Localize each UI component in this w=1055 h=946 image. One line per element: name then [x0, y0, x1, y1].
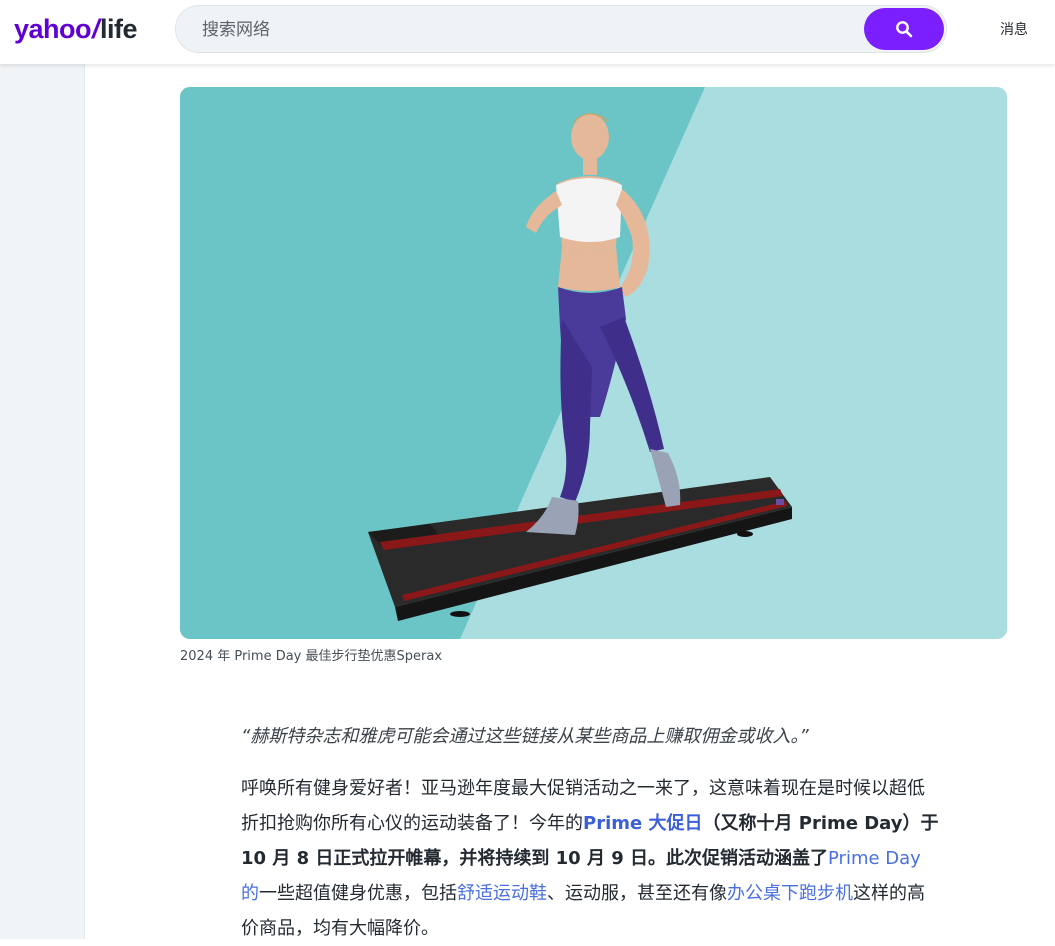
search-button[interactable] — [864, 8, 944, 50]
sneakers-link[interactable]: 舒适运动鞋 — [457, 883, 547, 904]
left-rail — [0, 64, 85, 939]
search-icon — [896, 21, 913, 38]
treadmill-product-image — [180, 87, 1007, 639]
logo-section: life — [100, 14, 138, 44]
hero-image — [180, 87, 1007, 639]
search-input[interactable] — [200, 6, 864, 54]
prime-big-deal-days-link[interactable]: Prime 大促日 — [583, 813, 702, 834]
para-text-2: 一些超值健身优惠，包括 — [259, 883, 457, 904]
article-paragraph: 呼唤所有健身爱好者！亚马逊年度最大促销活动之一来了，这意味着现在是时候以超低折扣… — [241, 771, 941, 946]
mail-link[interactable]: 消息 — [1000, 19, 1028, 39]
affiliate-disclaimer: “赫斯特杂志和雅虎可能会通过这些链接从某些商品上赚取佣金或收入。” — [241, 726, 809, 747]
yahoo-life-logo[interactable]: yahoo/life — [14, 12, 138, 46]
logo-slash: / — [92, 14, 100, 44]
logo-main: yahoo — [14, 14, 92, 44]
search-bar — [175, 5, 947, 54]
top-header: yahoo/life 消息 — [0, 0, 1055, 64]
para-text-3: 、运动服，甚至还有像 — [547, 883, 727, 904]
image-caption: 2024 年 Prime Day 最佳步行垫优惠Sperax — [180, 649, 443, 664]
under-desk-treadmill-link[interactable]: 办公桌下跑步机 — [727, 883, 853, 904]
